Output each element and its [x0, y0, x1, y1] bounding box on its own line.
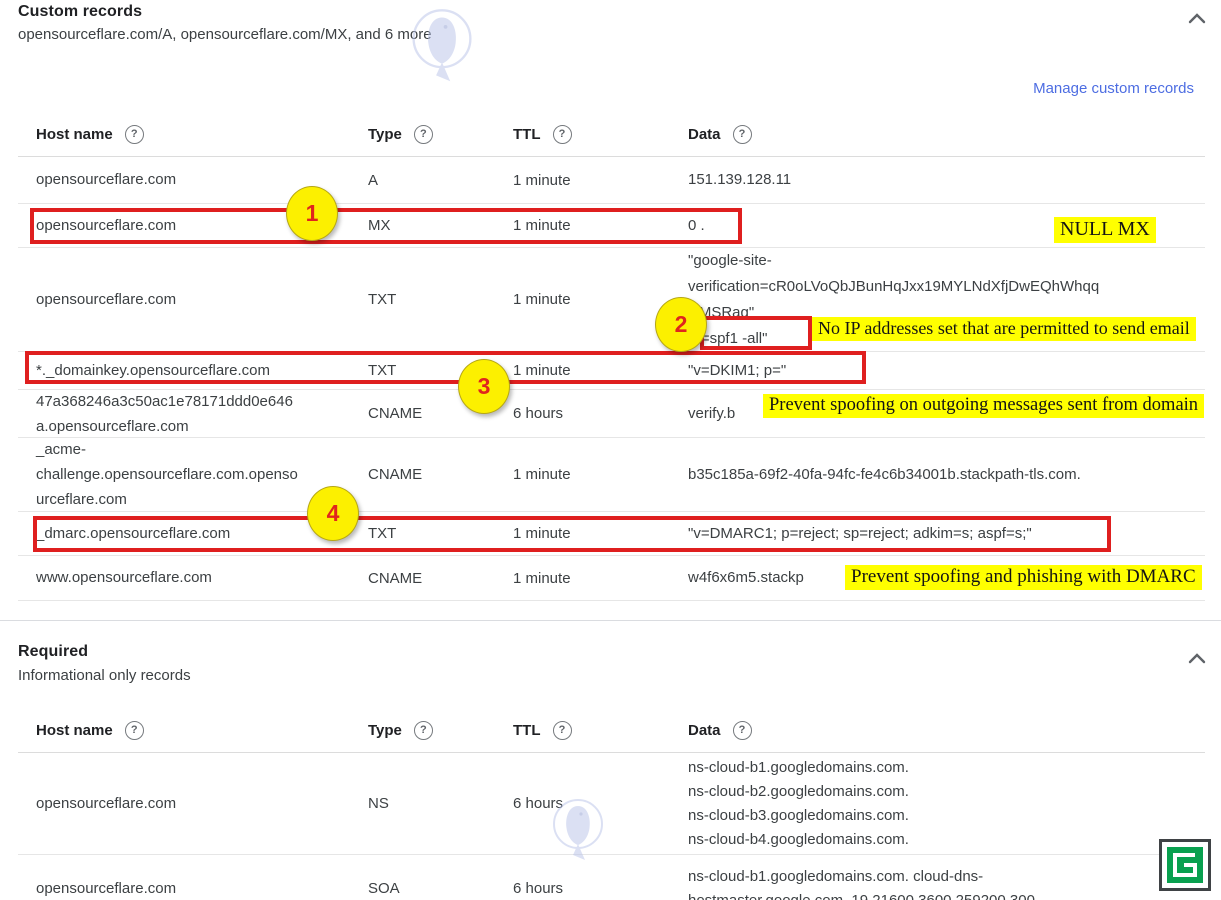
required-subtitle: Informational only records: [18, 667, 191, 684]
col-ttl: TTL: [513, 722, 541, 739]
record-type: CNAME: [368, 466, 513, 483]
record-data: ns-cloud-b4.googledomains.com.: [688, 828, 1205, 852]
table-row: opensourceflare.com SOA 6 hours ns-cloud…: [18, 855, 1205, 900]
annotation-label-null-mx: NULL MX: [1054, 217, 1156, 243]
record-data: ns-cloud-b1.googledomains.com.: [688, 756, 1205, 780]
record-data: verification=cR0oLVoQbJBunHqJxx19MYLNdXf…: [688, 274, 1205, 300]
record-data: ns-cloud-b2.googledomains.com.: [688, 780, 1205, 804]
col-data: Data: [688, 126, 721, 143]
record-type: NS: [368, 795, 513, 812]
table-row: _dmarc.opensourceflare.com TXT 1 minute …: [18, 512, 1205, 556]
annotation-marker-1: 1: [286, 186, 338, 241]
record-data: b35c185a-69f2-40fa-94fc-fe4c6b34001b.sta…: [688, 462, 1205, 488]
host-name: opensourceflare.com: [36, 287, 368, 313]
record-type: TXT: [368, 291, 513, 308]
host-name: 47a368246a3c50ac1e78171ddd0e646: [36, 389, 368, 414]
table-row: opensourceflare.com MX 1 minute 0 .: [18, 204, 1205, 248]
custom-records-subtitle: opensourceflare.com/A, opensourceflare.c…: [18, 26, 432, 43]
record-ttl: 1 minute: [513, 525, 688, 542]
dns-records-page: Custom records opensourceflare.com/A, op…: [0, 0, 1221, 900]
annotation-marker-4: 4: [307, 486, 359, 541]
host-name: challenge.opensourceflare.com.openso: [36, 462, 368, 487]
collapse-custom-chevron-up-icon[interactable]: [1188, 12, 1206, 24]
record-ttl: 1 minute: [513, 172, 688, 189]
help-icon[interactable]: ?: [414, 125, 433, 144]
record-data: "v=DKIM1; p=": [688, 358, 1205, 384]
collapse-required-chevron-up-icon[interactable]: [1188, 652, 1206, 664]
host-name: _acme-: [36, 437, 368, 462]
host-name: www.opensourceflare.com: [36, 565, 368, 591]
help-icon[interactable]: ?: [414, 721, 433, 740]
record-data: ns-cloud-b1.googledomains.com. cloud-dns…: [688, 865, 1205, 889]
table-row: opensourceflare.com NS 6 hours ns-cloud-…: [18, 753, 1205, 855]
col-type: Type: [368, 722, 402, 739]
record-ttl: 6 hours: [513, 405, 688, 422]
table-row: *._domainkey.opensourceflare.com TXT 1 m…: [18, 352, 1205, 390]
record-data: hostmaster.google.com. 19 21600 3600 259…: [688, 889, 1205, 900]
record-ttl: 1 minute: [513, 466, 688, 483]
host-name: opensourceflare.com: [36, 792, 368, 816]
record-ttl: 1 minute: [513, 362, 688, 379]
custom-records-table: Host name? Type? TTL? Data? opensourcefl…: [18, 112, 1205, 601]
record-ttl: 1 minute: [513, 217, 688, 234]
record-data: 151.139.128.11: [688, 167, 1205, 193]
annotation-label-spf: No IP addresses set that are permitted t…: [812, 317, 1196, 341]
col-host-name: Host name: [36, 126, 113, 143]
help-icon[interactable]: ?: [125, 721, 144, 740]
annotation-marker-2: 2: [655, 297, 707, 352]
table-header-row: Host name? Type? TTL? Data?: [18, 708, 1205, 753]
record-ttl: 6 hours: [513, 880, 688, 897]
help-icon[interactable]: ?: [553, 125, 572, 144]
record-type: MX: [368, 217, 513, 234]
host-name: a.opensourceflare.com: [36, 414, 368, 439]
greenshot-icon[interactable]: [1159, 839, 1211, 891]
record-data: "google-site-: [688, 248, 1205, 274]
section-divider: [0, 620, 1221, 621]
record-type: TXT: [368, 525, 513, 542]
record-ttl: 6 hours: [513, 795, 688, 812]
help-icon[interactable]: ?: [125, 125, 144, 144]
record-type: A: [368, 172, 513, 189]
annotation-label-dmarc: Prevent spoofing and phishing with DMARC: [845, 565, 1202, 590]
record-data: ns-cloud-b3.googledomains.com.: [688, 804, 1205, 828]
help-icon[interactable]: ?: [733, 721, 752, 740]
custom-records-title: Custom records: [18, 3, 142, 21]
required-records-table: Host name? Type? TTL? Data? opensourcefl…: [18, 708, 1205, 900]
table-row: opensourceflare.com A 1 minute 151.139.1…: [18, 157, 1205, 204]
host-name: opensourceflare.com: [36, 877, 368, 900]
required-title: Required: [18, 643, 88, 661]
record-type: CNAME: [368, 570, 513, 587]
table-header-row: Host name? Type? TTL? Data?: [18, 112, 1205, 157]
annotation-label-dkim: Prevent spoofing on outgoing messages se…: [763, 394, 1204, 418]
col-host-name: Host name: [36, 722, 113, 739]
annotation-marker-3: 3: [458, 359, 510, 414]
host-name: *._domainkey.opensourceflare.com: [36, 358, 368, 384]
record-data: "v=DMARC1; p=reject; sp=reject; adkim=s;…: [688, 521, 1205, 547]
record-type: SOA: [368, 880, 513, 897]
help-icon[interactable]: ?: [733, 125, 752, 144]
table-row: _acme- challenge.opensourceflare.com.ope…: [18, 438, 1205, 512]
record-ttl: 1 minute: [513, 570, 688, 587]
help-icon[interactable]: ?: [553, 721, 572, 740]
col-data: Data: [688, 722, 721, 739]
col-type: Type: [368, 126, 402, 143]
col-ttl: TTL: [513, 126, 541, 143]
manage-custom-records-link[interactable]: Manage custom records: [1033, 80, 1194, 97]
penguin-watermark-icon: [406, 8, 478, 86]
